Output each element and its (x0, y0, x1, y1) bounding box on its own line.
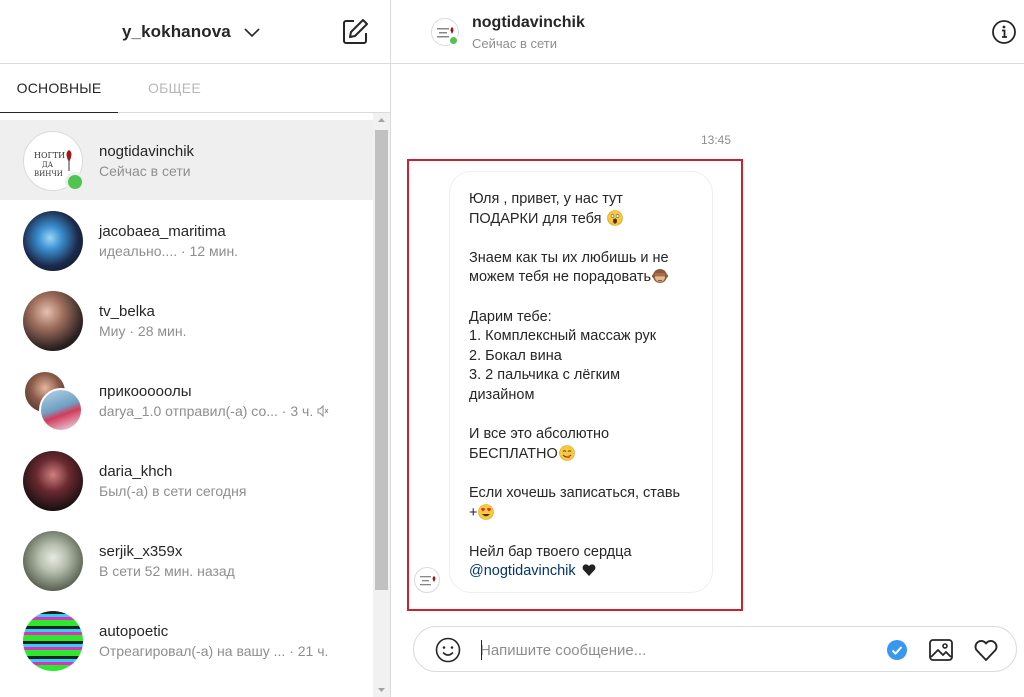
see-no-evil-monkey-emoji-icon (652, 269, 669, 284)
thread-item[interactable]: НОГТИ ДА ВИНЧИ nogtidavinchik Сейчас в с… (0, 120, 373, 200)
message-line: Знаем как ты их любишь и не (469, 249, 669, 266)
inbox-panel: y_kokhanova ОСНОВНЫЕ ОБЩЕЕ НОГТИ ДА ВИНЧ… (0, 0, 391, 697)
message-line (469, 406, 694, 426)
thread-subtitle: идеально.... · 12 мин. (99, 243, 239, 259)
yum-face-emoji-icon (558, 444, 575, 461)
thread-subtitle: Отреагировал(-а) на вашу ... · 21 ч. (99, 643, 329, 659)
avatar (23, 211, 83, 271)
message-line: @nogtidavinchik (469, 562, 694, 582)
avatar (23, 291, 83, 351)
thread-subtitle: Был(-а) в сети сегодня (99, 483, 247, 499)
message-line: + (469, 503, 694, 524)
conversation-username[interactable]: nogtidavinchik (472, 14, 585, 32)
thread-username: serjik_x359x (99, 543, 183, 560)
message-line (469, 523, 694, 543)
message-line: дизайном (469, 386, 535, 403)
message-line-text: ПОДАРКИ для тебя (469, 210, 602, 227)
scroll-down-arrow-icon[interactable] (373, 682, 390, 697)
black-heart-icon (582, 564, 596, 577)
message-line-text: можем тебя не порадовать (469, 269, 652, 286)
emoji-picker-icon[interactable] (435, 637, 461, 663)
image-upload-icon[interactable] (927, 636, 955, 664)
svg-text:ВИНЧИ: ВИНЧИ (34, 170, 63, 178)
conversation-panel: nogtidavinchik Сейчас в сети 13:45 Юля ,… (391, 0, 1024, 697)
message-line: Дарим тебе: (469, 308, 552, 325)
thread-username: nogtidavinchik (99, 143, 195, 160)
thread-item[interactable]: daria_khch Был(-а) в сети сегодня (0, 440, 373, 520)
message-line: Нейл бар твоего сердца (469, 543, 632, 560)
message-line (469, 464, 694, 484)
message-input[interactable] (480, 638, 860, 662)
thread-subtitle: Миу · 28 мин. (99, 323, 187, 339)
sender-avatar[interactable] (414, 567, 440, 593)
thread-username: jacobaea_maritima (99, 223, 226, 240)
conversation-header: nogtidavinchik Сейчас в сети (391, 0, 1024, 64)
online-indicator (65, 172, 85, 192)
avatar (23, 531, 83, 591)
message-line: Юля , привет, у нас тут (469, 191, 623, 207)
message-line-text: БЕСПЛАТНО (469, 445, 558, 462)
thread-item[interactable]: tv_belka Миу · 28 мин. (0, 280, 373, 360)
conversation-status: Сейчас в сети (472, 36, 558, 51)
info-icon[interactable] (991, 19, 1017, 45)
text-caret (481, 640, 482, 660)
message-line: 1. Комплексный массаж рук (469, 328, 657, 345)
message-line: 3. 2 пальчика с лёгким (469, 367, 621, 384)
message-composer (413, 626, 1017, 672)
checkmark-badge-icon (887, 640, 907, 660)
chevron-down-icon (244, 28, 260, 38)
thread-username: прикооооолы (99, 383, 192, 400)
svg-text:ДА: ДА (42, 161, 54, 169)
svg-text:НОГТИ: НОГТИ (34, 151, 65, 160)
message-line (469, 229, 694, 249)
account-switcher[interactable]: y_kokhanova (122, 20, 261, 44)
message-timestamp: 13:45 (701, 133, 732, 147)
thread-subtitle: В сети 52 мин. назад (99, 563, 235, 579)
new-message-icon[interactable] (340, 17, 370, 47)
inbox-tabs: ОСНОВНЫЕ ОБЩЕЕ (0, 64, 390, 113)
thread-username: tv_belka (99, 303, 155, 320)
avatar (39, 388, 83, 432)
heart-icon[interactable] (972, 636, 1000, 664)
message-line: 2. Бокал вина (469, 347, 562, 364)
message-line: Если хочешь записаться, ставь (469, 484, 681, 501)
message-line: можем тебя не порадовать (469, 268, 694, 288)
scroll-thumb[interactable] (375, 130, 388, 590)
inbox-scrollbar[interactable] (373, 113, 390, 697)
muted-icon (317, 405, 329, 417)
thread-username: daria_khch (99, 463, 173, 480)
thread-subtitle: darya_1.0 отправил(-а) со... · 3 ч. (99, 403, 329, 419)
scroll-up-arrow-icon[interactable] (373, 113, 390, 128)
message-line: ПОДАРКИ для тебя (469, 209, 694, 230)
message-line-text: + (469, 504, 478, 521)
avatar (23, 451, 83, 511)
message-bubble[interactable]: Юля , привет, у нас тут ПОДАРКИ для тебя… (449, 171, 713, 593)
online-indicator (448, 35, 459, 46)
avatar (23, 611, 83, 671)
thread-username: autopoetic (99, 623, 169, 640)
tab-primary[interactable]: ОСНОВНЫЕ (0, 64, 118, 113)
thread-item[interactable]: прикооооолы darya_1.0 отправил(-а) со...… (0, 360, 373, 440)
message-line: И все это абсолютно (469, 426, 610, 443)
tab-general[interactable]: ОБЩЕЕ (148, 64, 201, 113)
thread-subtitle-text: darya_1.0 отправил(-а) со... · 3 ч. (99, 403, 314, 419)
message-line: БЕСПЛАТНО (469, 444, 694, 465)
thread-subtitle: Сейчас в сети (99, 163, 191, 179)
direct-messages-app: y_kokhanova ОСНОВНЫЕ ОБЩЕЕ НОГТИ ДА ВИНЧ… (0, 0, 1024, 697)
inbox-header: y_kokhanova (0, 0, 390, 64)
heart-eyes-emoji-icon (478, 503, 495, 520)
mention-link[interactable]: @nogtidavinchik (469, 563, 576, 579)
thread-item[interactable]: serjik_x359x В сети 52 мин. назад (0, 520, 373, 600)
message-line (469, 288, 694, 308)
thread-list: НОГТИ ДА ВИНЧИ nogtidavinchik Сейчас в с… (0, 120, 373, 697)
scream-emoji-icon (606, 209, 623, 226)
account-name: y_kokhanova (122, 22, 231, 41)
thread-item[interactable]: autopoetic Отреагировал(-а) на вашу ... … (0, 600, 373, 680)
thread-item[interactable]: jacobaea_maritima идеально.... · 12 мин. (0, 200, 373, 280)
